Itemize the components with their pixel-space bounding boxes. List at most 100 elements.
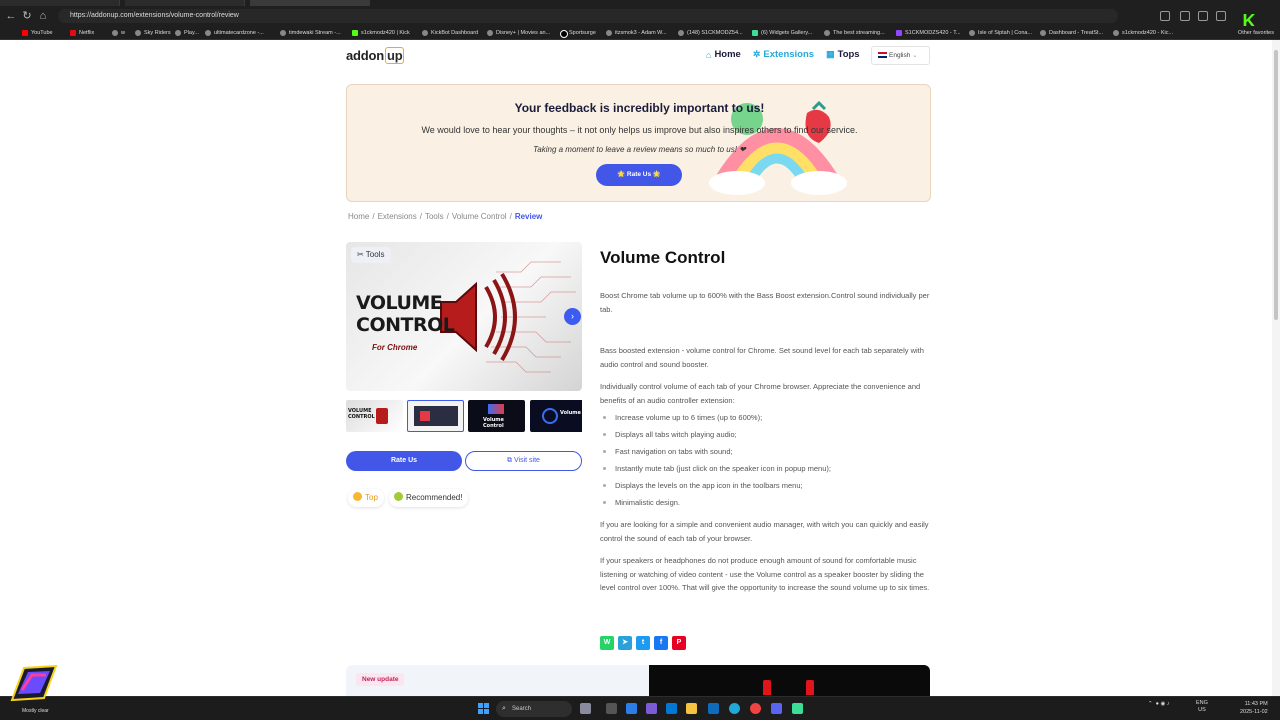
breadcrumb-home[interactable]: Home <box>348 212 369 221</box>
breadcrumb-extensions[interactable]: Extensions <box>378 212 417 221</box>
banner-subtitle: We would love to hear your thoughts – it… <box>421 125 858 135</box>
site-logo[interactable]: addon up <box>346 47 405 64</box>
system-tray[interactable]: ⌃ ● ◉ ♪ ENG US <box>1148 700 1208 713</box>
thumbs-up-icon <box>394 492 403 501</box>
reload-icon[interactable]: ↻ <box>20 9 34 23</box>
rate-us-button[interactable]: Rate Us <box>346 451 462 471</box>
language-indicator[interactable]: ENG US <box>1196 700 1208 714</box>
puzzle-icon: ✲ <box>752 49 761 59</box>
extensions-puzzle-icon[interactable] <box>1180 11 1190 21</box>
back-icon[interactable]: ← <box>4 9 18 23</box>
discord-icon[interactable] <box>771 703 782 714</box>
breadcrumb: Home / Extensions / Tools / Volume Control / Rev… <box>348 212 543 221</box>
bookmark-item[interactable]: KickBot Dashboard <box>422 27 478 39</box>
nav-extensions[interactable]: ✲ Extensions <box>753 49 814 60</box>
new-update-badge: New update <box>356 673 405 686</box>
bookmark-item[interactable]: (6) Widgets Gallery... <box>752 27 812 39</box>
clock[interactable]: 11:43 PM 2025-11-02 <box>1240 700 1268 716</box>
tools-icon: ✂ <box>357 250 366 259</box>
category-badge: ✂ Tools <box>351 247 392 263</box>
task-view-icon[interactable] <box>606 703 617 714</box>
copilot-icon[interactable] <box>626 703 637 714</box>
bookmark-item[interactable]: Dashboard - TreatSt... <box>1040 27 1103 39</box>
feature-item: Minimalistic design. <box>600 494 930 511</box>
extension-title: Volume Control <box>600 248 726 267</box>
bookmark-item[interactable]: Sky Riders <box>135 27 171 39</box>
bookmark-item[interactable]: Netflix <box>70 27 94 39</box>
whatsapp-icon[interactable]: W <box>600 636 614 650</box>
breadcrumb-volume-control[interactable]: Volume Control <box>452 212 507 221</box>
favorites-icon[interactable] <box>1198 11 1208 21</box>
thumbnail-3[interactable]: Volume Control <box>468 400 525 432</box>
downloads-icon[interactable] <box>1216 11 1226 21</box>
home-icon[interactable]: ⌂ <box>36 9 50 23</box>
language-select[interactable]: English ⌄ <box>871 46 930 65</box>
weather-label[interactable]: Mostly clear <box>22 708 49 714</box>
store-icon[interactable] <box>708 703 719 714</box>
feature-item: Increase volume up to 6 times (up to 600… <box>600 409 930 426</box>
feature-item: Fast navigation on tabs with sound; <box>600 443 930 460</box>
bookmark-item[interactable]: s1ckmodz420 | Kick <box>352 27 410 39</box>
feature-item: Instantly mute tab (just click on the sp… <box>600 460 930 477</box>
bookmark-item[interactable]: Sportsurge <box>560 27 596 39</box>
bookmark-item[interactable]: itzsmok3 - Adam W... <box>606 27 667 39</box>
feature-item: Displays all tabs witch playing audio; <box>600 426 930 443</box>
bookmark-item[interactable]: ultimatecardzone -... <box>205 27 264 39</box>
visit-site-button[interactable]: ⧉ Visit site <box>465 451 582 471</box>
gallery-thumbnails: VOLUME CONTROL Volume Control Volume <box>346 400 582 433</box>
nav-tops[interactable]: ▦ Tops <box>826 49 860 60</box>
thumbnail-1[interactable]: VOLUME CONTROL <box>346 400 403 432</box>
chevron-up-icon[interactable]: ⌃ <box>1148 701 1153 707</box>
thumbnail-2[interactable] <box>407 400 464 432</box>
update-media[interactable] <box>649 665 930 696</box>
taskbar-app-icon[interactable] <box>580 703 591 714</box>
url-field[interactable]: https://addonup.com/extensions/volume-co… <box>58 9 1118 23</box>
taskbar-app-icon[interactable] <box>666 703 677 714</box>
bookmark-item[interactable]: s1ckmodz420 - Kic... <box>1113 27 1173 39</box>
facebook-icon[interactable]: f <box>654 636 668 650</box>
windows-start-icon[interactable] <box>478 703 489 714</box>
taskbar-app-icon[interactable] <box>646 703 657 714</box>
extension-details: Volume Control Boost Chrome tab volume u… <box>600 248 930 595</box>
edge-icon[interactable] <box>729 703 740 714</box>
breadcrumb-tools[interactable]: Tools <box>425 212 444 221</box>
bookmark-item[interactable]: Disney+ | Movies an... <box>487 27 550 39</box>
extension-description-3: If you are looking for a simple and conv… <box>600 520 929 543</box>
bookmark-other-favorites[interactable]: Other favorites <box>1238 27 1274 39</box>
bookmark-item[interactable]: YouTube <box>22 27 53 39</box>
extension-description-1: Bass boosted extension - volume control … <box>600 346 924 369</box>
gallery-next-button[interactable]: › <box>564 308 581 325</box>
taskbar-app-icon[interactable] <box>792 703 803 714</box>
tray-icons[interactable]: ● ◉ ♪ <box>1156 701 1170 707</box>
external-link-icon: ⧉ <box>507 457 514 464</box>
share-buttons: W ➤ t f P <box>600 636 686 650</box>
bookmark-item[interactable]: timdewaki Stream -... <box>280 27 341 39</box>
widgets-icon[interactable] <box>4 662 62 702</box>
file-explorer-icon[interactable] <box>686 703 697 714</box>
telegram-icon[interactable]: ➤ <box>618 636 632 650</box>
screenshot-gallery[interactable]: ✂ Tools VOLUME CONTROL For Chrome › <box>346 242 582 391</box>
bookmark-item[interactable]: S1CKMODZS420 - T... <box>896 27 961 39</box>
nav-home[interactable]: ⌂ Home <box>706 49 741 60</box>
bookmark-item[interactable]: (148) S1CKMODZ54... <box>678 27 743 39</box>
rate-us-banner-button[interactable]: 🌟 Rate Us 🌟 <box>596 164 682 186</box>
gallery-image-title: VOLUME CONTROL <box>356 292 455 336</box>
taskbar-search[interactable]: Search <box>496 701 572 717</box>
pinterest-icon[interactable]: P <box>672 636 686 650</box>
bookmark-item[interactable]: w <box>112 27 125 39</box>
feature-item: Displays the levels on the app icon in t… <box>600 477 930 494</box>
twitter-icon[interactable]: t <box>636 636 650 650</box>
bookmark-item[interactable]: Play... <box>175 27 199 39</box>
chart-icon: ▦ <box>826 49 835 59</box>
bookmark-item[interactable]: The best streaming... <box>824 27 885 39</box>
thumbnail-4[interactable]: Volume <box>530 400 582 432</box>
extension-icon[interactable] <box>1160 11 1170 21</box>
search-icon: ⌕ <box>502 705 506 712</box>
page-scrollbar[interactable] <box>1272 40 1280 696</box>
top-nav: ⌂ Home ✲ Extensions ▦ Tops <box>706 49 860 60</box>
extension-description-4: If your speakers or headphones do not pr… <box>600 556 930 592</box>
scrollbar-thumb[interactable] <box>1274 50 1278 320</box>
bookmark-item[interactable]: Isle of Siptah | Cona... <box>969 27 1032 39</box>
chrome-icon[interactable] <box>750 703 761 714</box>
feedback-banner: Your feedback is incredibly important to… <box>346 84 931 202</box>
